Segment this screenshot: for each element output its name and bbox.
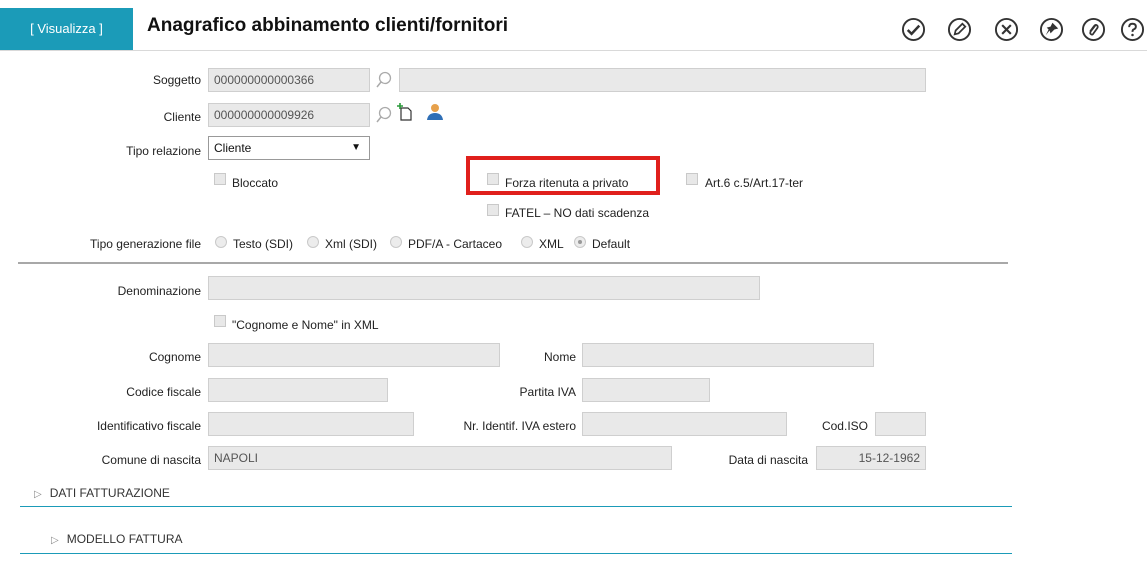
cliente-label: Cliente [163, 110, 201, 124]
codice-fiscale-label: Codice fiscale [126, 385, 201, 399]
tipo-relazione-label: Tipo relazione [126, 144, 201, 158]
cancel-icon[interactable] [994, 17, 1019, 42]
mode-tab[interactable]: [ Visualizza ] [0, 8, 133, 50]
denominazione-field[interactable] [208, 276, 760, 300]
art6-checkbox[interactable] [686, 173, 698, 185]
radio-xml-sdi[interactable] [307, 236, 319, 248]
radio-default[interactable] [574, 236, 586, 248]
identificativo-fiscale-label: Identificativo fiscale [96, 419, 201, 433]
cognome-field[interactable] [208, 343, 500, 367]
radio-pdfa-cartaceo-label: PDF/A - Cartaceo [408, 237, 503, 251]
user-icon[interactable] [425, 103, 445, 124]
cognome-label: Cognome [148, 350, 201, 364]
soggetto-description-field[interactable] [399, 68, 926, 92]
edit-icon[interactable] [947, 17, 972, 42]
radio-pdfa-cartaceo[interactable] [390, 236, 402, 248]
nr-identif-iva-estero-field[interactable] [582, 412, 787, 436]
soggetto-search-icon[interactable] [374, 70, 394, 93]
soggetto-field[interactable]: 000000000000366 [208, 68, 370, 92]
header-bar: [ Visualizza ] Anagrafico abbinamento cl… [0, 0, 1147, 51]
new-document-icon[interactable] [396, 102, 416, 125]
tipo-relazione-select[interactable]: Cliente ▼ [208, 136, 370, 160]
cliente-search-icon[interactable] [374, 105, 394, 128]
section-dati-fatturazione[interactable]: ▷ DATI FATTURAZIONE [34, 486, 170, 500]
section-divider-teal [20, 506, 1012, 507]
section-divider [18, 262, 1008, 264]
help-icon[interactable] [1120, 17, 1145, 42]
nome-label: Nome [543, 350, 576, 364]
radio-testo-sdi[interactable] [215, 236, 227, 248]
highlight-box [466, 156, 660, 195]
codice-fiscale-field[interactable] [208, 378, 388, 402]
cognome-nome-xml-checkbox[interactable] [214, 315, 226, 327]
pin-icon[interactable] [1039, 17, 1064, 42]
section-modello-fattura[interactable]: ▷ MODELLO FATTURA [51, 532, 183, 546]
identificativo-fiscale-field[interactable] [208, 412, 414, 436]
radio-testo-sdi-label: Testo (SDI) [233, 237, 294, 251]
cod-iso-label: Cod.ISO [821, 419, 868, 433]
cod-iso-field[interactable] [875, 412, 926, 436]
soggetto-label: Soggetto [152, 73, 201, 87]
confirm-icon[interactable] [901, 17, 926, 42]
art6-label: Art.6 c.5/Art.17-ter [705, 176, 804, 190]
section-dati-fatturazione-label: DATI FATTURAZIONE [49, 486, 170, 500]
radio-xml[interactable] [521, 236, 533, 248]
radio-xml-sdi-label: Xml (SDI) [325, 237, 377, 251]
denominazione-label: Denominazione [117, 284, 201, 298]
cognome-nome-xml-label: "Cognome e Nome" in XML [232, 318, 379, 332]
cliente-field[interactable]: 000000000009926 [208, 103, 370, 127]
chevron-down-icon: ▼ [351, 142, 361, 153]
expand-arrow-icon: ▷ [51, 535, 59, 546]
bloccato-label: Bloccato [232, 176, 279, 190]
section-modello-fattura-label: MODELLO FATTURA [66, 532, 183, 546]
section-divider-teal [20, 553, 1012, 554]
nr-identif-iva-estero-label: Nr. Identif. IVA estero [463, 419, 577, 433]
data-nascita-label: Data di nascita [728, 453, 808, 467]
tipo-generazione-label: Tipo generazione file [90, 237, 201, 251]
fatel-label: FATEL – NO dati scadenza [505, 206, 650, 220]
comune-nascita-field[interactable]: NAPOLI [208, 446, 672, 470]
tipo-relazione-value: Cliente [214, 141, 252, 155]
nome-field[interactable] [582, 343, 874, 367]
radio-default-label: Default [592, 237, 631, 251]
comune-nascita-label: Comune di nascita [101, 453, 201, 467]
expand-arrow-icon: ▷ [34, 489, 42, 500]
bloccato-checkbox[interactable] [214, 173, 226, 185]
data-nascita-field[interactable]: 15-12-1962 [816, 446, 926, 470]
radio-xml-label: XML [539, 237, 564, 251]
attachment-icon[interactable] [1081, 17, 1106, 42]
page-title: Anagrafico abbinamento clienti/fornitori [147, 15, 509, 36]
partita-iva-label: Partita IVA [519, 385, 576, 399]
fatel-checkbox[interactable] [487, 204, 499, 216]
partita-iva-field[interactable] [582, 378, 710, 402]
